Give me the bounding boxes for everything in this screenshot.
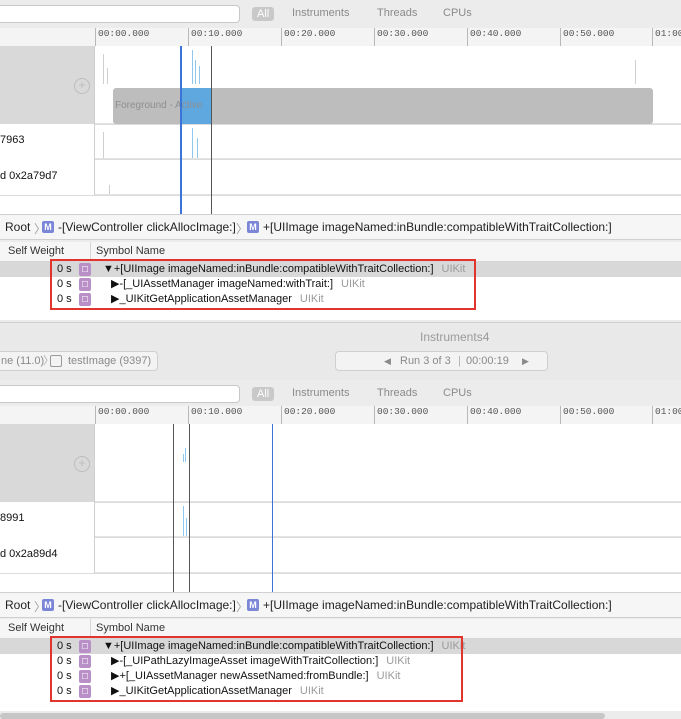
inspection-range-start[interactable] xyxy=(173,424,174,592)
ruler-tick: 00:30.000 xyxy=(374,406,428,424)
track-area: Foreground - Active xyxy=(95,46,681,124)
method-icon: M xyxy=(247,599,259,611)
filter-cpus[interactable]: CPUs xyxy=(443,387,472,399)
method-icon: M xyxy=(42,599,54,611)
call-tree[interactable]: 0 s ☐ ▼+[UIImage imageNamed:inBundle:com… xyxy=(0,259,681,320)
time-ruler[interactable]: 00:00.000 00:10.000 00:20.000 00:30.000 … xyxy=(0,406,681,425)
column-self-weight[interactable]: Self Weight xyxy=(8,245,64,257)
ruler-tick: 00:00.000 xyxy=(95,28,149,46)
breadcrumb: Root 〉 M -[ViewController clickAllocImag… xyxy=(0,214,681,240)
breadcrumb-item[interactable]: -[ViewController clickAllocImage:] xyxy=(58,598,236,612)
inspection-range-end[interactable] xyxy=(189,424,190,592)
app-icon xyxy=(50,355,62,367)
target-label: testImage (9397) xyxy=(68,355,152,367)
window-title: Instruments4 xyxy=(420,330,490,344)
filter-instruments[interactable]: Instruments xyxy=(292,387,349,399)
highlight-box xyxy=(50,259,476,310)
filter-bar: All Instruments Threads CPUs xyxy=(0,380,681,408)
track-label: 8991 xyxy=(0,502,95,537)
ruler-tick: 01:00.0 xyxy=(652,28,681,46)
ruler-tick: 00:20.000 xyxy=(281,28,335,46)
add-icon[interactable]: + xyxy=(74,456,90,472)
column-symbol-name[interactable]: Symbol Name xyxy=(96,622,165,634)
instrument-header: + xyxy=(0,46,95,124)
filter-all[interactable]: All xyxy=(252,7,275,21)
ruler-tick: 00:00.000 xyxy=(95,406,149,424)
device-label: ne (11.0) xyxy=(1,355,45,367)
lane-label: Foreground - Active xyxy=(115,100,203,111)
timeline-tracks[interactable]: + Foreground - Active 7963 d 0x2a79d7 xyxy=(0,46,681,214)
method-icon: M xyxy=(247,221,259,233)
filter-cpus[interactable]: CPUs xyxy=(443,7,472,19)
next-run-icon[interactable]: ▶ xyxy=(522,352,529,370)
column-self-weight[interactable]: Self Weight xyxy=(8,622,64,634)
breadcrumb: Root 〉 M -[ViewController clickAllocImag… xyxy=(0,592,681,618)
ruler-tick: 01:00.0 xyxy=(652,406,681,424)
ruler-tick: 00:30.000 xyxy=(374,28,428,46)
track-label: d 0x2a79d7 xyxy=(0,159,95,195)
search-input[interactable] xyxy=(0,5,240,23)
ruler-tick: 00:10.000 xyxy=(188,28,242,46)
method-icon: M xyxy=(42,221,54,233)
ruler-tick: 00:40.000 xyxy=(467,406,521,424)
filter-all[interactable]: All xyxy=(252,387,275,401)
track-label: d 0x2a89d4 xyxy=(0,537,95,573)
track-label: 7963 xyxy=(0,124,95,159)
ruler-tick: 00:20.000 xyxy=(281,406,335,424)
time-ruler[interactable]: 00:00.000 00:10.000 00:20.000 00:30.000 … xyxy=(0,28,681,47)
filter-instruments[interactable]: Instruments xyxy=(292,7,349,19)
inspection-range-end[interactable] xyxy=(211,46,212,214)
run-duration: 00:00:19 xyxy=(466,355,509,367)
horizontal-scrollbar[interactable] xyxy=(0,713,605,719)
search-input[interactable] xyxy=(0,385,240,403)
target-selector[interactable]: ne (11.0) 〉 testImage (9397) xyxy=(0,351,158,371)
breadcrumb-item[interactable]: -[ViewController clickAllocImage:] xyxy=(58,220,236,234)
breadcrumb-item[interactable]: +[UIImage imageNamed:inBundle:compatible… xyxy=(263,598,612,612)
breadcrumb-root[interactable]: Root xyxy=(5,220,30,234)
filter-bar: All Instruments Threads CPUs xyxy=(0,0,681,28)
filter-threads[interactable]: Threads xyxy=(377,387,417,399)
call-tree[interactable]: 0 s ☐ ▼+[UIImage imageNamed:inBundle:com… xyxy=(0,636,681,711)
ruler-tick: 00:10.000 xyxy=(188,406,242,424)
window-toolbar: Instruments4 ne (11.0) 〉 testImage (9397… xyxy=(0,322,681,381)
ruler-tick: 00:50.000 xyxy=(560,406,614,424)
run-label: Run 3 of 3 xyxy=(400,355,451,367)
column-symbol-name[interactable]: Symbol Name xyxy=(96,245,165,257)
ruler-tick: 00:40.000 xyxy=(467,28,521,46)
highlight-box xyxy=(50,636,463,702)
playhead[interactable] xyxy=(272,424,273,592)
breadcrumb-item[interactable]: +[UIImage imageNamed:inBundle:compatible… xyxy=(263,220,612,234)
filter-threads[interactable]: Threads xyxy=(377,7,417,19)
timeline-tracks[interactable]: + 8991 d 0x2a89d4 xyxy=(0,424,681,592)
track-area xyxy=(95,424,681,502)
add-icon[interactable]: + xyxy=(74,78,90,94)
previous-run-icon[interactable]: ◀ xyxy=(384,352,391,370)
run-selector[interactable]: ◀ Run 3 of 3 | 00:00:19 ▶ xyxy=(335,351,548,371)
ruler-tick: 00:50.000 xyxy=(560,28,614,46)
playhead[interactable] xyxy=(180,46,182,214)
instrument-header: + xyxy=(0,424,95,502)
breadcrumb-root[interactable]: Root xyxy=(5,598,30,612)
